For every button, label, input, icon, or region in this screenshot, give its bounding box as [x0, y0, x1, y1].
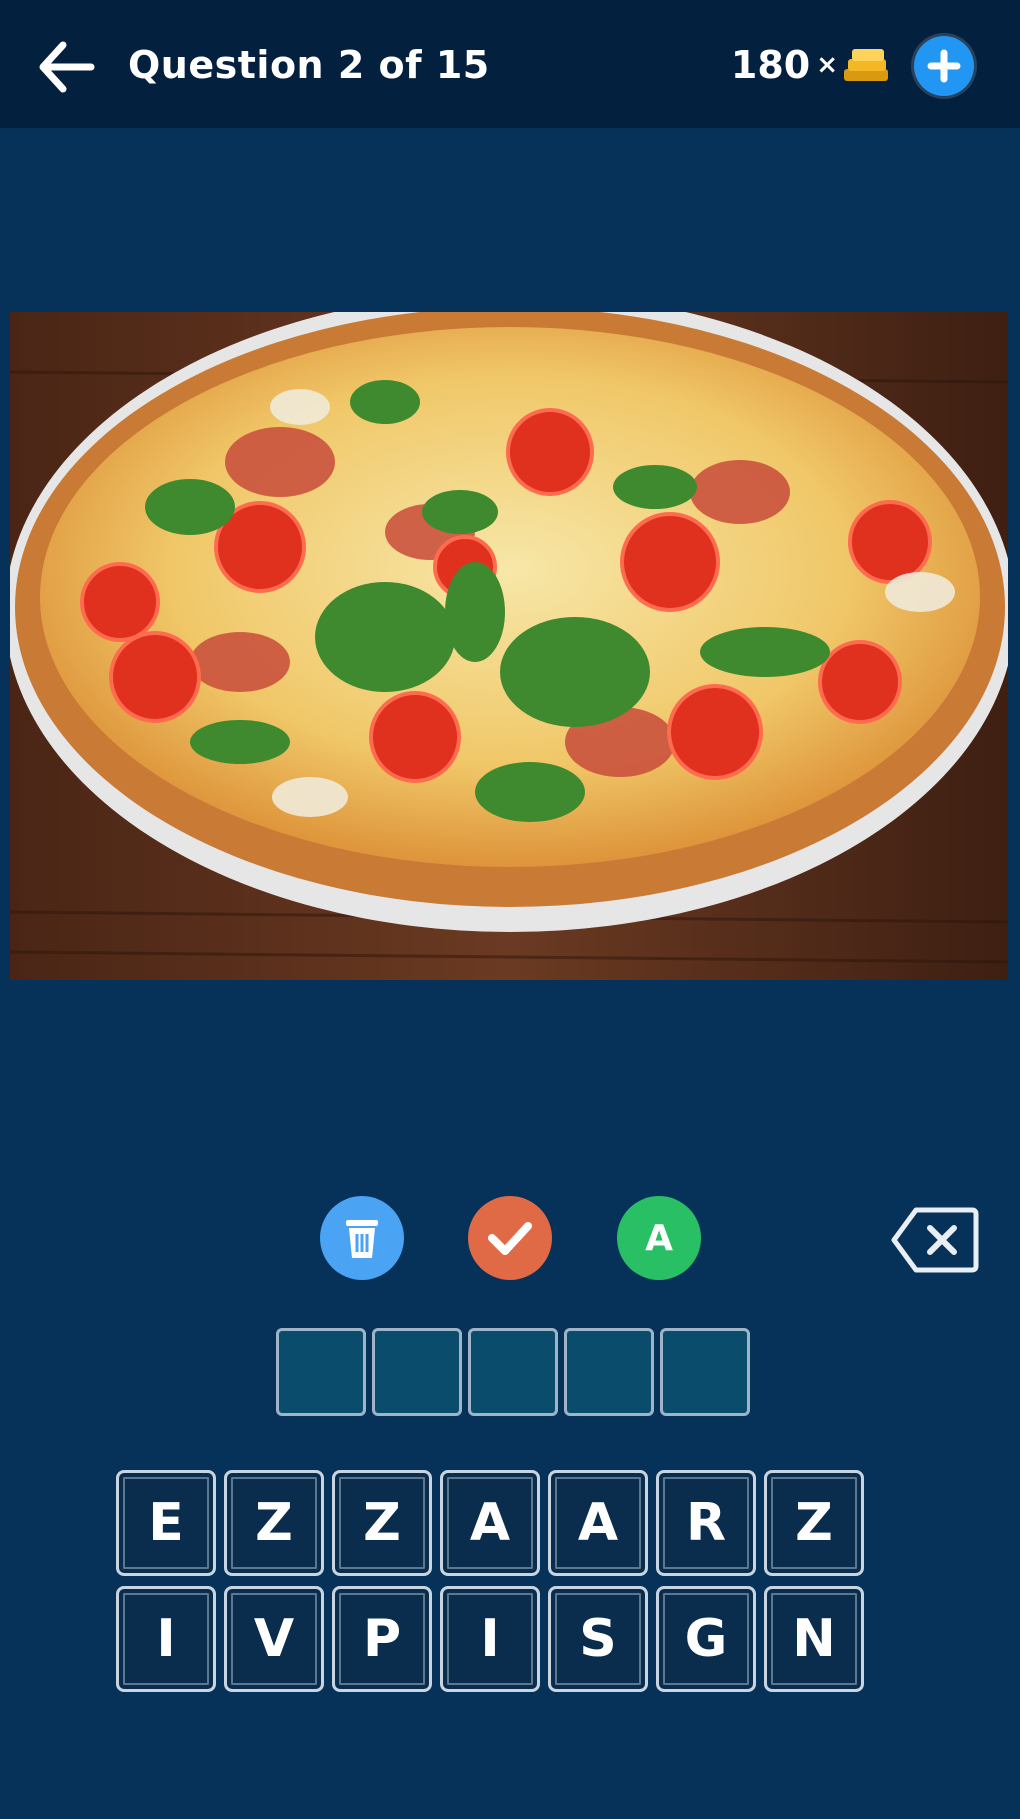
coin-balance: 180 × — [731, 40, 890, 90]
backspace-button[interactable] — [890, 1204, 980, 1276]
answer-slots — [276, 1328, 750, 1416]
reveal-letter-button[interactable]: A — [617, 1196, 701, 1280]
answer-slot[interactable] — [564, 1328, 654, 1416]
letter-key[interactable]: I — [440, 1586, 540, 1692]
coin-multiplier: × — [816, 50, 838, 80]
back-button[interactable] — [30, 32, 100, 102]
letter-key[interactable]: Z — [332, 1470, 432, 1576]
coin-stack-icon — [844, 49, 888, 81]
hint-toolbar: A — [0, 1196, 1020, 1286]
add-coins-button[interactable] — [914, 36, 974, 96]
letter-key[interactable]: Z — [764, 1470, 864, 1576]
letter-key[interactable]: P — [332, 1586, 432, 1692]
top-bar: Question 2 of 15 180 × — [0, 0, 1020, 128]
letter-key[interactable]: G — [656, 1586, 756, 1692]
backspace-icon — [891, 1207, 979, 1273]
letter-key[interactable]: R — [656, 1470, 756, 1576]
question-image — [10, 312, 1008, 980]
plus-icon — [927, 49, 961, 83]
answer-slot[interactable] — [276, 1328, 366, 1416]
letter-key[interactable]: I — [116, 1586, 216, 1692]
answer-slot[interactable] — [660, 1328, 750, 1416]
letter-key[interactable]: Z — [224, 1470, 324, 1576]
letter-keyboard: E Z Z A A R Z I V P I S G N — [116, 1470, 906, 1702]
keyboard-row-1: E Z Z A A R Z — [116, 1470, 906, 1576]
remove-letters-button[interactable] — [320, 1196, 404, 1280]
question-counter: Question 2 of 15 — [128, 43, 490, 87]
check-answer-button[interactable] — [468, 1196, 552, 1280]
pizza-image — [10, 312, 1008, 980]
check-icon — [488, 1222, 532, 1255]
letter-key[interactable]: V — [224, 1586, 324, 1692]
letter-key[interactable]: A — [548, 1470, 648, 1576]
arrow-left-icon — [39, 41, 95, 93]
letter-key[interactable]: E — [116, 1470, 216, 1576]
answer-slot[interactable] — [372, 1328, 462, 1416]
trash-bin-icon — [346, 1220, 378, 1258]
keyboard-row-2: I V P I S G N — [116, 1586, 906, 1692]
letter-key[interactable]: N — [764, 1586, 864, 1692]
reveal-letter-label: A — [645, 1217, 673, 1259]
coin-count: 180 — [730, 43, 811, 87]
letter-key[interactable]: A — [440, 1470, 540, 1576]
answer-slot[interactable] — [468, 1328, 558, 1416]
letter-key[interactable]: S — [548, 1586, 648, 1692]
